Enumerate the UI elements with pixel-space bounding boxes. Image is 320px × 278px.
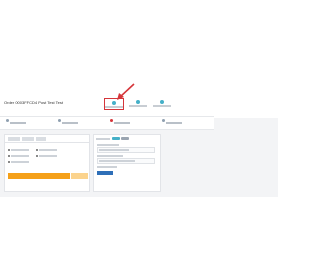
stat-value	[114, 122, 130, 124]
status-badge	[121, 137, 129, 140]
stat-item	[110, 118, 134, 128]
stat-icon	[162, 119, 165, 122]
tab-3[interactable]	[36, 137, 46, 141]
page-title: Order 0003FFCD4 Post Test Test	[4, 100, 63, 105]
stat-icon	[6, 119, 9, 122]
tab-1[interactable]	[8, 137, 20, 141]
tab-2[interactable]	[22, 137, 34, 141]
stat-item	[162, 118, 186, 128]
stat-value	[10, 122, 26, 124]
option-label	[11, 148, 29, 151]
step-1-label	[105, 106, 123, 108]
stat-icon	[58, 119, 61, 122]
step-3-label	[153, 105, 171, 107]
info-line	[99, 149, 129, 151]
option-label	[39, 154, 57, 157]
field-label	[97, 155, 123, 157]
option-checkbox[interactable]	[8, 148, 34, 151]
option-label	[11, 160, 29, 163]
stat-item	[6, 118, 30, 128]
option-checkbox[interactable]	[8, 160, 34, 163]
stat-value	[166, 122, 182, 124]
secondary-action-button[interactable]	[71, 173, 88, 179]
step-3[interactable]	[152, 98, 172, 110]
stat-item	[58, 118, 82, 128]
option-checkbox[interactable]	[36, 154, 62, 157]
option-checkbox[interactable]	[8, 154, 34, 157]
option-label	[39, 148, 57, 151]
primary-action-button[interactable]	[8, 173, 70, 179]
status-badge	[112, 137, 120, 140]
side-action-button[interactable]	[97, 171, 113, 175]
option-label	[11, 154, 29, 157]
side-panel-heading	[96, 138, 110, 140]
checkbox-icon	[8, 154, 10, 157]
option-checkbox[interactable]	[36, 148, 62, 151]
info-line	[99, 160, 135, 162]
field-label	[97, 144, 119, 146]
checkbox-icon	[8, 148, 10, 151]
checkbox-icon	[36, 148, 38, 151]
field-label	[97, 166, 117, 168]
step-2-label	[129, 105, 147, 107]
stat-value	[62, 122, 78, 124]
checkbox-icon	[8, 160, 10, 163]
annotation-arrow-icon	[117, 83, 135, 100]
step-3-dot	[160, 100, 164, 104]
breadcrumb[interactable]	[4, 95, 34, 98]
alert-icon	[110, 119, 113, 122]
tab-divider	[4, 142, 90, 143]
checkbox-icon	[36, 154, 38, 157]
